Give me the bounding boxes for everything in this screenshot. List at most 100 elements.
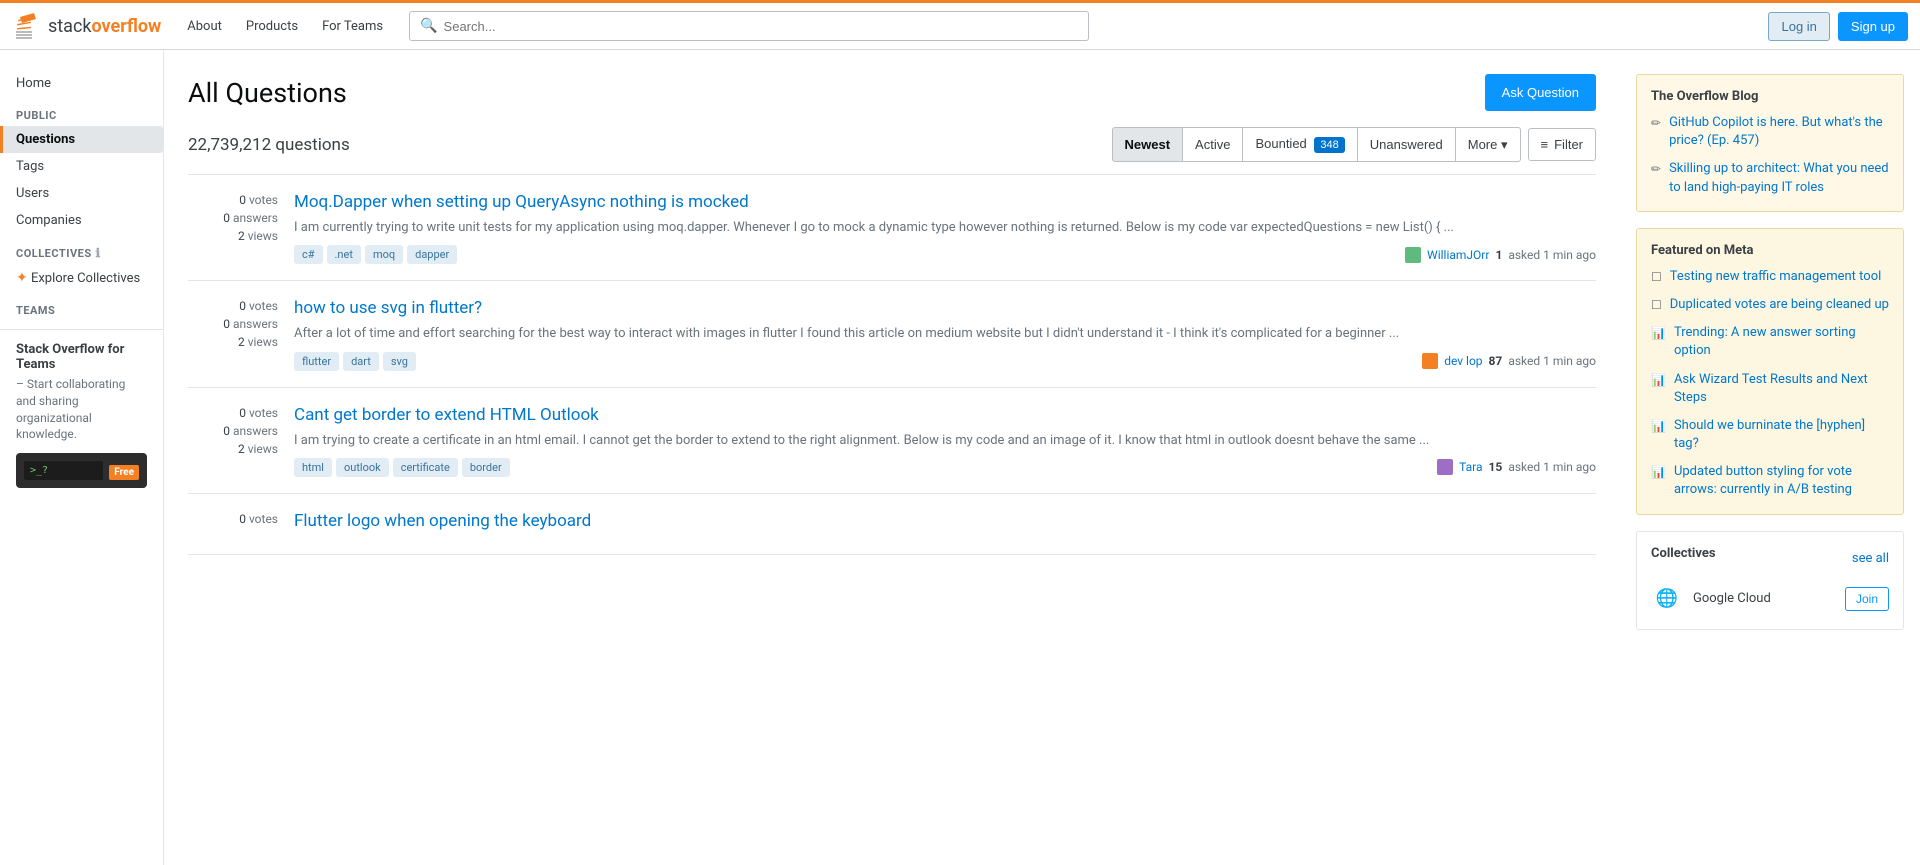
blog-link[interactable]: Skilling up to architect: What you need … — [1669, 160, 1889, 196]
auth-buttons: Log in Sign up — [1768, 12, 1908, 41]
asked-time: asked 1 min ago — [1508, 354, 1596, 368]
see-all-link[interactable]: see all — [1852, 551, 1889, 566]
table-row: 0 votes Flutter logo when opening the ke… — [188, 494, 1596, 555]
vote-count: 0 votes — [239, 406, 278, 420]
meta-link[interactable]: Updated button styling for vote arrows: … — [1674, 463, 1889, 499]
filter-button[interactable]: ≡ Filter — [1528, 128, 1596, 161]
table-row: 0 votes 0 answers 2 views Cant get borde… — [188, 388, 1596, 494]
tag[interactable]: dapper — [407, 245, 457, 264]
sidebar-item-explore-collectives[interactable]: ✦ Explore Collectives — [0, 264, 163, 292]
questions-header: All Questions Ask Question — [188, 74, 1596, 111]
tag[interactable]: html — [294, 458, 332, 477]
question-title[interactable]: how to use svg in flutter? — [294, 297, 1596, 319]
question-count: 22,739,212 questions — [188, 135, 350, 155]
question-meta: dev lop 87 asked 1 min ago — [1422, 353, 1596, 369]
list-item: ☐ Testing new traffic management tool — [1651, 268, 1889, 286]
question-stats: 0 votes — [188, 510, 278, 538]
tab-more[interactable]: More ▾ — [1455, 127, 1521, 162]
avatar — [1405, 247, 1421, 263]
sidebar-item-questions[interactable]: Questions — [0, 126, 163, 153]
tag[interactable]: border — [462, 458, 510, 477]
tag[interactable]: .net — [327, 245, 361, 264]
meta-trending-icon: 📊 — [1651, 419, 1666, 433]
username[interactable]: dev lop — [1444, 354, 1482, 368]
tab-newest[interactable]: Newest — [1112, 127, 1184, 162]
tag[interactable]: outlook — [336, 458, 389, 477]
ask-question-button[interactable]: Ask Question — [1485, 74, 1596, 111]
page-wrapper: Home PUBLIC Questions Tags Users Compani… — [0, 50, 1920, 865]
question-title[interactable]: Moq.Dapper when setting up QueryAsync no… — [294, 191, 1596, 213]
nav-about[interactable]: About — [177, 13, 232, 40]
meta-link[interactable]: Duplicated votes are being cleaned up — [1670, 296, 1889, 314]
meta-link[interactable]: Testing new traffic management tool — [1670, 268, 1882, 286]
sidebar-item-home[interactable]: Home — [0, 70, 163, 97]
sidebar-item-users[interactable]: Users — [0, 180, 163, 207]
tag[interactable]: svg — [383, 352, 416, 371]
blog-link[interactable]: GitHub Copilot is here. But what's the p… — [1669, 114, 1889, 150]
list-item: 📊 Ask Wizard Test Results and Next Steps — [1651, 371, 1889, 407]
search-input[interactable] — [444, 19, 1079, 34]
logo[interactable]: stackoverflow — [12, 11, 161, 41]
list-item: ✏ GitHub Copilot is here. But what's the… — [1651, 114, 1889, 150]
list-item: 📊 Updated button styling for vote arrows… — [1651, 463, 1889, 499]
question-title[interactable]: Cant get border to extend HTML Outlook — [294, 404, 1596, 426]
vote-count: 0 votes — [239, 193, 278, 207]
answer-count: 0 answers — [223, 317, 278, 331]
sidebar-item-tags[interactable]: Tags — [0, 153, 163, 180]
tag[interactable]: moq — [365, 245, 403, 264]
list-item: 📊 Trending: A new answer sorting option — [1651, 324, 1889, 360]
join-button[interactable]: Join — [1845, 587, 1889, 611]
login-button[interactable]: Log in — [1768, 12, 1829, 41]
tags: flutter dart svg — [294, 352, 416, 371]
tab-bountied[interactable]: Bountied 348 — [1242, 127, 1357, 162]
meta-link[interactable]: Ask Wizard Test Results and Next Steps — [1674, 371, 1889, 407]
table-row: 0 votes 0 answers 2 views Moq.Dapper whe… — [188, 175, 1596, 281]
collectives-title: Collectives — [1651, 546, 1716, 561]
pencil-icon: ✏ — [1651, 116, 1661, 130]
tag[interactable]: certificate — [393, 458, 458, 477]
asked-time: asked 1 min ago — [1508, 460, 1596, 474]
sidebar-public-section: PUBLIC — [0, 97, 163, 126]
tags: c# .net moq dapper — [294, 245, 457, 264]
meta-square-icon: ☐ — [1651, 270, 1662, 284]
username[interactable]: Tara — [1459, 460, 1482, 474]
answer-count: 0 answers — [223, 424, 278, 438]
google-cloud-logo: 🌐 — [1651, 583, 1683, 615]
teams-title: Stack Overflow for Teams — [16, 342, 147, 372]
nav-products[interactable]: Products — [236, 13, 308, 40]
question-stats: 0 votes 0 answers 2 views — [188, 297, 278, 370]
nav-for-teams[interactable]: For Teams — [312, 13, 393, 40]
view-count: 2 views — [238, 229, 278, 243]
page-title: All Questions — [188, 77, 347, 109]
view-count: 2 views — [238, 442, 278, 456]
avatar — [1437, 459, 1453, 475]
meta-link[interactable]: Should we burninate the [hyphen] tag? — [1674, 417, 1889, 453]
pencil-icon: ✏ — [1651, 162, 1661, 176]
tab-unanswered[interactable]: Unanswered — [1357, 127, 1456, 162]
question-title[interactable]: Flutter logo when opening the keyboard — [294, 510, 1596, 532]
collectives-star-icon: ✦ — [16, 270, 28, 286]
tabs-and-filter: Newest Active Bountied 348 Unanswered Mo… — [1112, 127, 1596, 162]
user-rep: 15 — [1489, 460, 1503, 474]
question-meta: Tara 15 asked 1 min ago — [1437, 459, 1596, 475]
questions-list: 0 votes 0 answers 2 views Moq.Dapper whe… — [188, 174, 1596, 555]
question-stats: 0 votes 0 answers 2 views — [188, 404, 278, 477]
meta-link[interactable]: Trending: A new answer sorting option — [1674, 324, 1889, 360]
list-item: 📊 Should we burninate the [hyphen] tag? — [1651, 417, 1889, 453]
tag[interactable]: dart — [343, 352, 379, 371]
tab-active[interactable]: Active — [1182, 127, 1243, 162]
list-item: ✏ Skilling up to architect: What you nee… — [1651, 160, 1889, 196]
left-sidebar: Home PUBLIC Questions Tags Users Compani… — [0, 50, 164, 865]
teams-promo: Stack Overflow for Teams – Start collabo… — [0, 329, 163, 500]
sidebar-collectives-section: COLLECTIVES ℹ — [0, 234, 163, 264]
answer-count: 0 answers — [223, 211, 278, 225]
sidebar-item-companies[interactable]: Companies — [0, 207, 163, 234]
collectives-widget: Collectives see all 🌐 Google Cloud Join — [1636, 531, 1904, 630]
collectives-info-icon[interactable]: ℹ — [96, 246, 101, 260]
username[interactable]: WilliamJOrr — [1427, 248, 1489, 262]
teams-desc: – Start collaborating and sharing organi… — [16, 376, 147, 443]
tag[interactable]: flutter — [294, 352, 339, 371]
free-badge: Free — [109, 465, 139, 480]
signup-button[interactable]: Sign up — [1838, 12, 1908, 41]
tag[interactable]: c# — [294, 245, 323, 264]
